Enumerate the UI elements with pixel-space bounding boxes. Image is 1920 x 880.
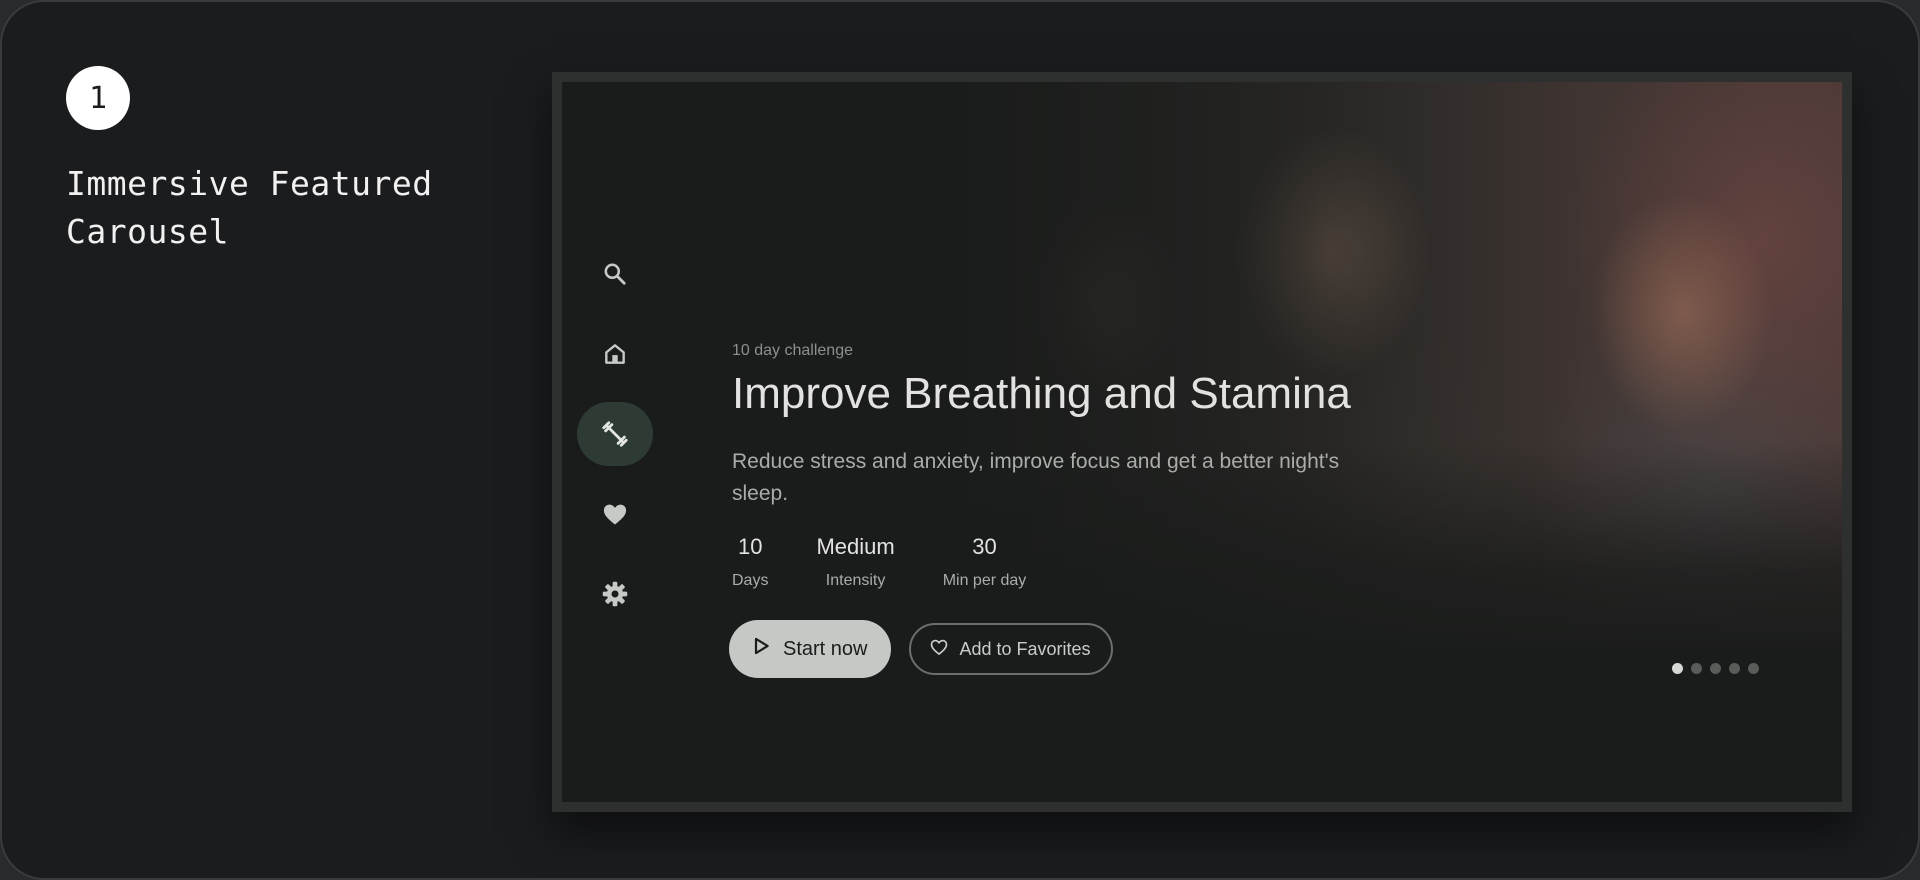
tv-screen: 10 day challenge Improve Breathing and S… <box>562 82 1842 802</box>
stat-value: 30 <box>972 534 997 559</box>
stat-minutes: 30 Min per day <box>943 532 1027 592</box>
dumbbell-icon <box>600 419 630 449</box>
nav-item-settings[interactable] <box>577 562 653 626</box>
stat-value: Medium <box>816 534 895 559</box>
featured-description: Reduce stress and anxiety, improve focus… <box>732 450 1340 505</box>
stat-label: Days <box>732 572 769 589</box>
heart-icon <box>601 500 629 528</box>
action-row: Start now Add to Favorites <box>729 620 1432 678</box>
pager-dot[interactable] <box>1748 663 1759 674</box>
heart-outline-icon <box>929 637 959 662</box>
nav-item-search[interactable] <box>577 242 653 306</box>
add-to-favorites-label: Add to Favorites <box>959 638 1091 659</box>
carousel-pager <box>1672 663 1759 674</box>
stats-row: 10 Days Medium Intensity 30 Min per day <box>732 532 1432 592</box>
featured-content: 10 day challenge Improve Breathing and S… <box>729 342 1432 678</box>
stat-label: Intensity <box>825 572 886 589</box>
stat-intensity: Medium Intensity <box>816 532 894 592</box>
pager-dot[interactable] <box>1710 663 1721 674</box>
gear-icon <box>601 580 629 608</box>
step-title: Immersive Featured Carousel <box>66 164 433 251</box>
stat-days: 10 Days <box>732 532 768 592</box>
search-icon <box>602 261 628 287</box>
pager-dot[interactable] <box>1672 663 1683 674</box>
tv-frame: 10 day challenge Improve Breathing and S… <box>552 72 1852 812</box>
nav-rail <box>577 242 653 642</box>
pager-dot[interactable] <box>1691 663 1702 674</box>
showcase-card: 1 Immersive Featured Carousel 10 day cha… <box>0 0 1920 880</box>
start-now-button[interactable]: Start now <box>729 620 892 678</box>
step-badge: 1 <box>66 66 130 130</box>
stat-label: Min per day <box>942 572 1027 589</box>
nav-item-workouts[interactable] <box>577 402 653 466</box>
add-to-favorites-button[interactable]: Add to Favorites <box>909 623 1113 675</box>
pager-dot[interactable] <box>1729 663 1740 674</box>
home-icon <box>602 341 628 367</box>
stat-value: 10 <box>737 534 763 559</box>
play-icon <box>751 636 783 662</box>
start-now-label: Start now <box>783 637 868 660</box>
featured-eyebrow: 10 day challenge <box>732 342 853 359</box>
nav-item-home[interactable] <box>577 322 653 386</box>
nav-item-favorites[interactable] <box>577 482 653 546</box>
step-number: 1 <box>88 80 108 116</box>
featured-title: Improve Breathing and Stamina <box>732 369 1351 418</box>
